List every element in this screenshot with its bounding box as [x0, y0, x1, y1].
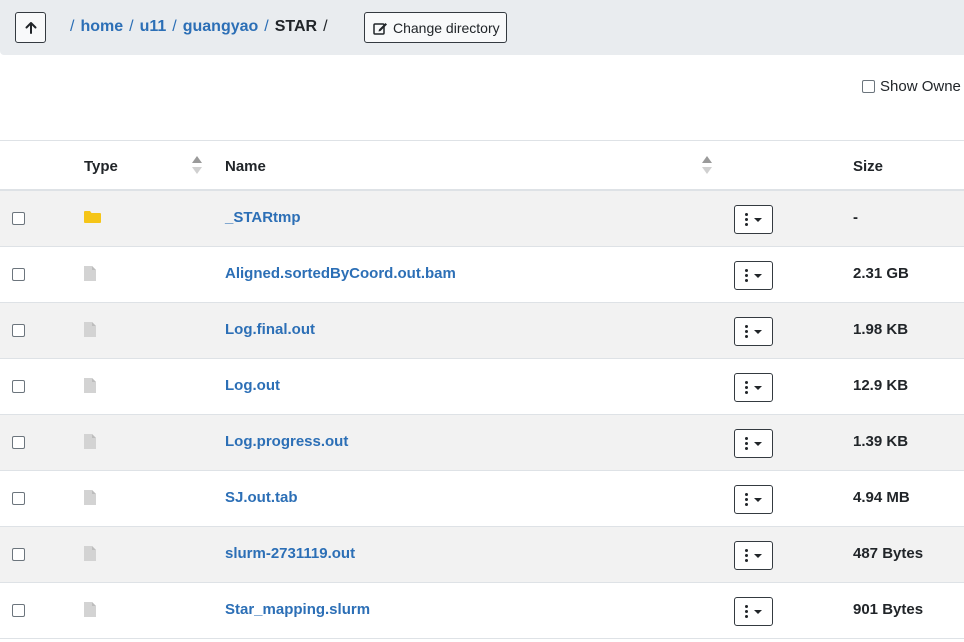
breadcrumb-separator: / — [70, 18, 75, 35]
file-icon — [84, 490, 96, 510]
caret-down-icon — [754, 273, 762, 278]
more-vertical-icon — [745, 605, 748, 618]
edit-icon — [373, 22, 387, 35]
file-name-link[interactable]: Aligned.sortedByCoord.out.bam — [225, 265, 456, 282]
file-size: 12.9 KB — [853, 377, 909, 394]
table-row: SJ.out.tab 4.94 MB — [0, 471, 964, 527]
file-size: 487 Bytes — [853, 545, 924, 562]
row-actions-dropdown[interactable] — [734, 429, 773, 458]
show-owner-label: Show Owne — [880, 78, 961, 95]
more-vertical-icon — [745, 325, 748, 338]
breadcrumb-guangyao[interactable]: guangyao — [183, 18, 259, 36]
arrow-up-icon — [25, 21, 36, 34]
caret-down-icon — [754, 553, 762, 558]
change-directory-label: Change directory — [393, 19, 500, 36]
breadcrumb: / home / u11 / guangyao / STAR / — [70, 16, 328, 38]
row-select-checkbox[interactable] — [12, 436, 25, 449]
table-row: Log.out 12.9 KB — [0, 359, 964, 415]
breadcrumb-separator: / — [264, 18, 269, 35]
file-size: 2.31 GB — [853, 265, 909, 282]
file-name-link[interactable]: Star_mapping.slurm — [225, 601, 370, 618]
file-size: - — [853, 209, 858, 226]
file-name-link[interactable]: Log.final.out — [225, 321, 315, 338]
column-header-type[interactable]: Type — [84, 158, 118, 175]
breadcrumb-u11[interactable]: u11 — [140, 18, 167, 36]
file-name-link[interactable]: _STARtmp — [225, 209, 301, 226]
more-vertical-icon — [745, 493, 748, 506]
row-select-checkbox[interactable] — [12, 212, 25, 225]
file-icon — [84, 602, 96, 622]
more-vertical-icon — [745, 381, 748, 394]
row-select-checkbox[interactable] — [12, 380, 25, 393]
table-row: Star_mapping.slurm 901 Bytes — [0, 583, 964, 639]
file-name-link[interactable]: slurm-2731119.out — [225, 545, 355, 562]
table-row: Log.final.out 1.98 KB — [0, 303, 964, 359]
row-actions-dropdown[interactable] — [734, 597, 773, 626]
breadcrumb-current: STAR — [274, 18, 318, 35]
file-icon — [84, 546, 96, 566]
caret-down-icon — [754, 385, 762, 390]
file-name-link[interactable]: Log.progress.out — [225, 433, 348, 450]
table-row: Aligned.sortedByCoord.out.bam 2.31 GB — [0, 247, 964, 303]
sort-name-icon[interactable] — [702, 156, 712, 176]
change-directory-button[interactable]: Change directory — [364, 12, 507, 43]
more-vertical-icon — [745, 269, 748, 282]
file-name-link[interactable]: SJ.out.tab — [225, 489, 298, 506]
row-actions-dropdown[interactable] — [734, 261, 773, 290]
breadcrumb-separator: / — [323, 18, 328, 35]
breadcrumb-separator: / — [172, 18, 177, 35]
sort-type-icon[interactable] — [192, 156, 202, 176]
row-select-checkbox[interactable] — [12, 324, 25, 337]
file-name-link[interactable]: Log.out — [225, 377, 280, 394]
breadcrumb-separator: / — [129, 18, 134, 35]
folder-icon — [84, 210, 101, 229]
more-vertical-icon — [745, 549, 748, 562]
file-table-header: Type Name Size — [0, 140, 964, 191]
row-actions-dropdown[interactable] — [734, 485, 773, 514]
row-actions-dropdown[interactable] — [734, 541, 773, 570]
path-toolbar: / home / u11 / guangyao / STAR / Change … — [0, 0, 964, 55]
breadcrumb-home[interactable]: home — [80, 18, 123, 36]
caret-down-icon — [754, 497, 762, 502]
file-icon — [84, 434, 96, 454]
file-size: 1.98 KB — [853, 321, 909, 338]
show-owner-checkbox[interactable] — [862, 80, 875, 93]
row-select-checkbox[interactable] — [12, 492, 25, 505]
row-actions-dropdown[interactable] — [734, 373, 773, 402]
caret-down-icon — [754, 609, 762, 614]
row-actions-dropdown[interactable] — [734, 317, 773, 346]
file-icon — [84, 322, 96, 342]
column-header-size[interactable]: Size — [853, 158, 883, 175]
show-owner-toggle[interactable]: Show Owne — [862, 78, 961, 95]
file-icon — [84, 266, 96, 286]
row-select-checkbox[interactable] — [12, 604, 25, 617]
caret-down-icon — [754, 329, 762, 334]
column-header-name[interactable]: Name — [225, 158, 266, 175]
table-row: slurm-2731119.out 487 Bytes — [0, 527, 964, 583]
caret-down-icon — [754, 217, 762, 222]
file-size: 4.94 MB — [853, 489, 910, 506]
row-actions-dropdown[interactable] — [734, 205, 773, 234]
row-select-checkbox[interactable] — [12, 268, 25, 281]
file-icon — [84, 378, 96, 398]
table-row: Log.progress.out 1.39 KB — [0, 415, 964, 471]
parent-directory-button[interactable] — [15, 12, 46, 43]
table-row: _STARtmp - — [0, 191, 964, 247]
more-vertical-icon — [745, 213, 748, 226]
file-size: 901 Bytes — [853, 601, 924, 618]
row-select-checkbox[interactable] — [12, 548, 25, 561]
file-size: 1.39 KB — [853, 433, 909, 450]
caret-down-icon — [754, 441, 762, 446]
more-vertical-icon — [745, 437, 748, 450]
